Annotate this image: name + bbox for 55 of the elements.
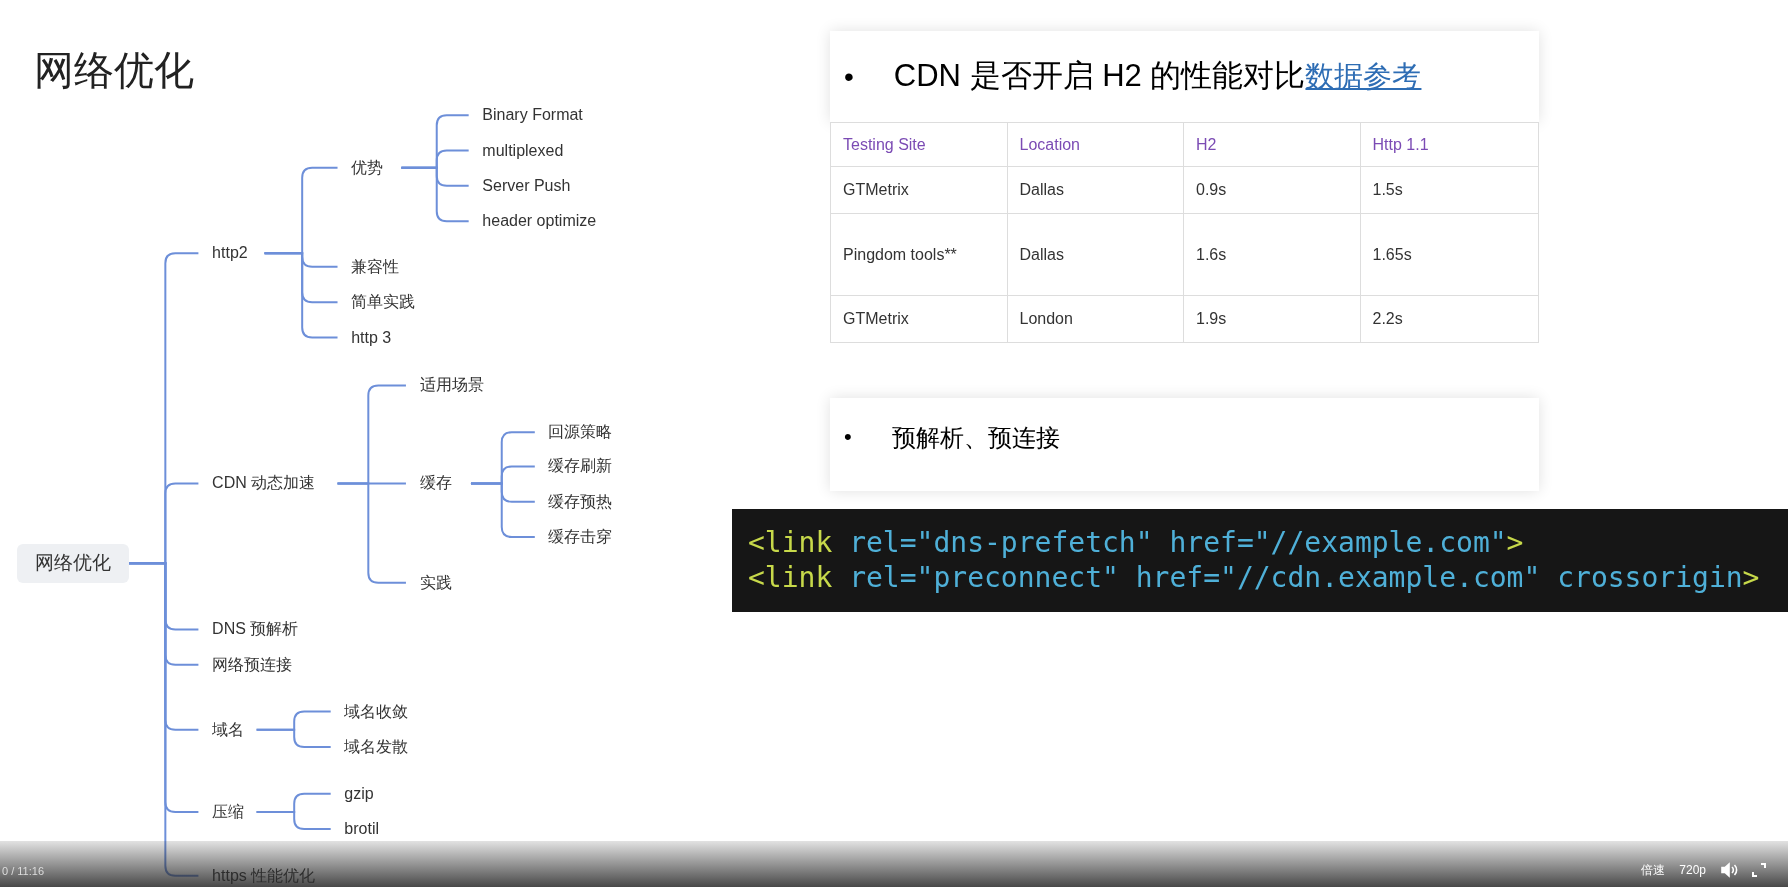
playback-time: 0 / 11:16 [2, 863, 44, 879]
mindmap-label: 回源策略 [548, 422, 613, 443]
table-cell: GTMetrix [831, 167, 1008, 213]
mindmap-label: http 3 [351, 327, 392, 348]
table-cell: Dallas [1007, 167, 1184, 213]
mindmap-label: 简单实践 [351, 292, 416, 313]
bullet: • [844, 59, 854, 94]
mindmap-label: Binary Format [482, 105, 583, 126]
table-cell: GTMetrix [831, 296, 1008, 342]
table-cell: 1.9s [1184, 296, 1361, 342]
mindmap-label: 压缩 [212, 801, 245, 822]
table-cell-text: 2.2s [1371, 309, 1404, 329]
mindmap-label: header optimize [482, 211, 597, 232]
table-cell: Dallas [1007, 214, 1184, 295]
mindmap-label: brotil [344, 819, 380, 839]
mindmap-label: CDN 动态加速 [212, 473, 316, 494]
column-header: Testing Site [831, 123, 1008, 166]
table-cell-text: 1.65s [1371, 244, 1413, 265]
speed-button[interactable]: 倍速 [1641, 861, 1666, 879]
mindmap-label: 缓存刷新 [548, 456, 613, 477]
mindmap-label: 缓存击穿 [548, 527, 613, 548]
mindmap-label: 域名收敛 [344, 701, 409, 722]
bullet: • [844, 423, 852, 451]
mindmap-label: 域名 [212, 719, 245, 740]
column-header: Http 1.1 [1371, 134, 1430, 155]
volume-icon[interactable] [1720, 862, 1738, 878]
table-cell: Pingdom tools** [831, 214, 1008, 295]
column-header: Location [1007, 123, 1184, 166]
table-cell: 0.9s [1184, 167, 1361, 213]
mindmap-label: 兼容性 [351, 256, 400, 277]
mindmap-label: multiplexed [482, 140, 564, 161]
mindmap-label: 域名发散 [344, 736, 409, 757]
code-block: <link rel="dns-prefetch" href="//example.com"> <link rel="preconnect" href="//cdn.example.com" crossorigin> [732, 509, 1788, 612]
table-cell: London [1007, 296, 1184, 342]
mindmap-label: http2 [212, 243, 248, 264]
mindmap-root-node: 网络优化 [17, 543, 129, 583]
heading-text: CDN 是否开启 H2 的性能对比 [893, 57, 1306, 96]
table-cell: 1.6s [1184, 214, 1361, 295]
mindmap-label: gzip [344, 783, 374, 804]
mindmap-label: https 性能优化 [212, 865, 316, 886]
slide-title: 网络优化 [34, 47, 194, 94]
table-cell-text: 1.5s [1371, 180, 1404, 200]
mindmap-label: 网络预连接 [212, 654, 293, 675]
mindmap-label: DNS 预解析 [212, 619, 299, 640]
fullscreen-icon[interactable] [1752, 863, 1766, 877]
heading-text: 预解析、预连接 [891, 423, 1060, 453]
mindmap-label: 实践 [419, 572, 452, 593]
mindmap-label: 适用场景 [419, 375, 484, 396]
mindmap-label: 优势 [351, 157, 384, 178]
mindmap-label: Server Push [482, 175, 571, 196]
mindmap-label: 缓存 [419, 473, 452, 494]
reference-link[interactable]: 数据参考 [1305, 55, 1422, 99]
column-header: H2 [1184, 123, 1361, 166]
quality-button[interactable]: 720p [1679, 861, 1706, 879]
mindmap-label: 缓存预热 [548, 491, 613, 512]
